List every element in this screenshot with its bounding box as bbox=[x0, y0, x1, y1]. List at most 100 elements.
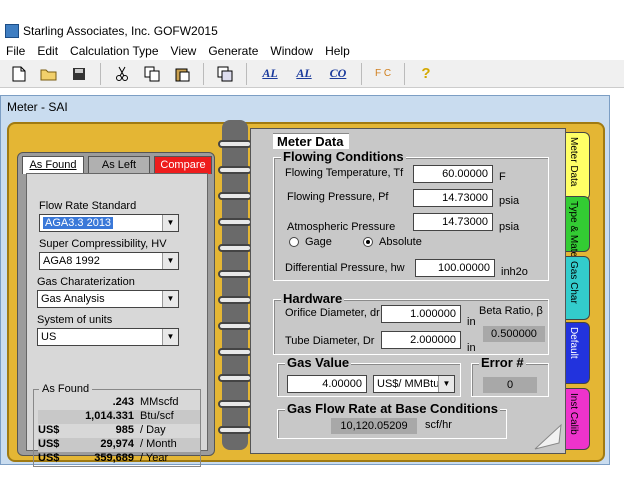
side-tab-default[interactable]: Default bbox=[566, 322, 590, 384]
summary-row-year: US$ 359,689 / Year bbox=[38, 452, 200, 466]
flowing-temperature-unit: F bbox=[499, 171, 506, 183]
help-icon[interactable]: ? bbox=[415, 63, 437, 85]
chevron-down-icon[interactable]: ▼ bbox=[162, 329, 178, 345]
new-file-icon[interactable] bbox=[8, 63, 30, 85]
menu-view[interactable]: View bbox=[165, 44, 203, 58]
super-compressibility-select[interactable]: AGA8 1992 ▼ bbox=[39, 252, 179, 270]
side-tab-inst-calib[interactable]: Inst Calib bbox=[566, 388, 590, 450]
page-title: Meter Data bbox=[273, 133, 350, 149]
tab-as-left[interactable]: As Left bbox=[88, 156, 150, 174]
side-tab-type-materials[interactable]: Type & Materials bbox=[566, 196, 590, 275]
menu-file[interactable]: File bbox=[0, 44, 31, 58]
side-tab-inst-calib-label: Inst Calib bbox=[568, 393, 579, 435]
hardware-title: Hardware bbox=[281, 291, 345, 306]
binder-ring bbox=[218, 348, 252, 356]
gas-characterization-select[interactable]: Gas Analysis ▼ bbox=[37, 290, 179, 308]
window-icon[interactable] bbox=[214, 63, 236, 85]
meter-data-panel: Meter Data Flowing Conditions Flowing Te… bbox=[250, 128, 566, 454]
menu-calculation-type[interactable]: Calculation Type bbox=[64, 44, 165, 58]
atmospheric-pressure-unit: psia bbox=[499, 221, 520, 233]
summary-day-currency: US$ bbox=[38, 424, 60, 436]
flowing-pressure-unit: psia bbox=[499, 195, 520, 207]
alc-a-icon[interactable]: AL bbox=[257, 63, 283, 85]
chevron-down-icon[interactable]: ▼ bbox=[162, 253, 178, 269]
tube-diameter-input[interactable]: 2.000000 bbox=[381, 331, 461, 349]
as-found-panel: Flow Rate Standard AGA3.3 2013 ▼ Super C… bbox=[26, 173, 208, 467]
page-curl-icon[interactable] bbox=[533, 423, 563, 451]
meter-window-title: Meter - SAI bbox=[7, 100, 68, 114]
flowing-temperature-input[interactable]: 60.00000 bbox=[413, 165, 493, 183]
menu-help[interactable]: Help bbox=[319, 44, 356, 58]
side-tab-gas-char[interactable]: Gas Char bbox=[566, 256, 590, 320]
system-of-units-value: US bbox=[41, 331, 57, 343]
error-value: 0 bbox=[483, 377, 537, 393]
flowing-pressure-label: Flowing Pressure, Pf bbox=[287, 191, 389, 203]
gage-radio[interactable] bbox=[289, 237, 299, 247]
chevron-down-icon[interactable]: ▼ bbox=[438, 376, 454, 392]
paste-icon[interactable] bbox=[171, 63, 193, 85]
summary-day-value: 985 bbox=[115, 424, 134, 436]
binder-ring bbox=[218, 140, 252, 148]
gas-flow-rate-unit: scf/hr bbox=[425, 419, 452, 431]
gas-value-unit-select[interactable]: US$/ MMBtu ▼ bbox=[373, 375, 455, 393]
menu-edit[interactable]: Edit bbox=[31, 44, 64, 58]
absolute-radio[interactable] bbox=[363, 237, 373, 247]
fc-icon[interactable]: F C bbox=[372, 63, 394, 85]
super-compressibility-value: AGA8 1992 bbox=[43, 255, 100, 267]
summary-flow-value: .243 bbox=[112, 396, 134, 408]
side-tab-meter-data[interactable]: Meter Data bbox=[566, 132, 590, 200]
tab-compare[interactable]: Compare bbox=[154, 156, 212, 174]
tab-compare-label: Compare bbox=[160, 159, 206, 171]
gas-flow-rate-title: Gas Flow Rate at Base Conditions bbox=[285, 401, 500, 416]
as-found-summary: .243 MMscfd 1,014.331 Btu/scf US$ 985 / … bbox=[33, 389, 201, 467]
chevron-down-icon[interactable]: ▼ bbox=[162, 215, 178, 231]
summary-year-unit: / Year bbox=[140, 452, 169, 464]
binder-ring bbox=[218, 166, 252, 174]
orifice-diameter-unit: in bbox=[467, 316, 476, 328]
title-bar: Starling Associates, Inc. GOFW2015 bbox=[0, 20, 624, 42]
orifice-diameter-input[interactable]: 1.000000 bbox=[381, 305, 461, 323]
chevron-down-icon[interactable]: ▼ bbox=[162, 291, 178, 307]
tab-as-left-label: As Left bbox=[101, 159, 137, 171]
gas-characterization-value: Gas Analysis bbox=[41, 293, 105, 305]
toolbar-separator bbox=[404, 62, 405, 85]
tab-as-found[interactable]: As Found bbox=[22, 156, 84, 174]
error-title: Error # bbox=[479, 355, 526, 370]
binder-ring bbox=[218, 270, 252, 278]
toolbar-separator bbox=[361, 62, 362, 85]
flow-rate-standard-select[interactable]: AGA3.3 2013 ▼ bbox=[39, 214, 179, 232]
copy-icon[interactable] bbox=[141, 63, 163, 85]
menu-window[interactable]: Window bbox=[264, 44, 319, 58]
binder-ring bbox=[218, 322, 252, 330]
differential-pressure-label: Differential Pressure, hw bbox=[285, 262, 405, 274]
gas-value-unit: US$/ MMBtu bbox=[377, 378, 440, 390]
binder-ring bbox=[218, 374, 252, 382]
flowing-pressure-input[interactable]: 14.73000 bbox=[413, 189, 493, 207]
gas-value-input[interactable]: 4.00000 bbox=[287, 375, 367, 393]
side-tab-gas-char-label: Gas Char bbox=[568, 261, 579, 304]
gas-characterization-label: Gas Charaterization bbox=[37, 276, 135, 288]
flowing-conditions-title: Flowing Conditions bbox=[281, 149, 406, 164]
atmospheric-pressure-input[interactable]: 14.73000 bbox=[413, 213, 493, 231]
menu-bar: File Edit Calculation Type View Generate… bbox=[0, 42, 624, 60]
flow-rate-standard-label: Flow Rate Standard bbox=[39, 200, 137, 212]
system-of-units-select[interactable]: US ▼ bbox=[37, 328, 179, 346]
summary-row-month: US$ 29,974 / Month bbox=[38, 438, 200, 452]
tube-diameter-unit: in bbox=[467, 342, 476, 354]
alc-b-icon[interactable]: AL bbox=[291, 63, 317, 85]
binder-ring bbox=[218, 400, 252, 408]
summary-heating-value: 1,014.331 bbox=[85, 410, 134, 422]
menu-generate[interactable]: Generate bbox=[202, 44, 264, 58]
open-folder-icon[interactable] bbox=[38, 63, 60, 85]
summary-month-currency: US$ bbox=[38, 438, 60, 450]
differential-pressure-input[interactable]: 100.00000 bbox=[415, 259, 495, 277]
alc-c-icon[interactable]: CO bbox=[325, 63, 351, 85]
save-icon[interactable] bbox=[68, 63, 90, 85]
binder-ring bbox=[218, 426, 252, 434]
summary-flow-unit: MMscfd bbox=[140, 396, 179, 408]
cut-icon[interactable] bbox=[111, 63, 133, 85]
gas-flow-rate-value: 10,120.05209 bbox=[331, 418, 417, 434]
flow-rate-standard-value: AGA3.3 2013 bbox=[43, 217, 114, 229]
system-of-units-label: System of units bbox=[37, 314, 113, 326]
orifice-diameter-label: Orifice Diameter, dr bbox=[285, 307, 380, 319]
